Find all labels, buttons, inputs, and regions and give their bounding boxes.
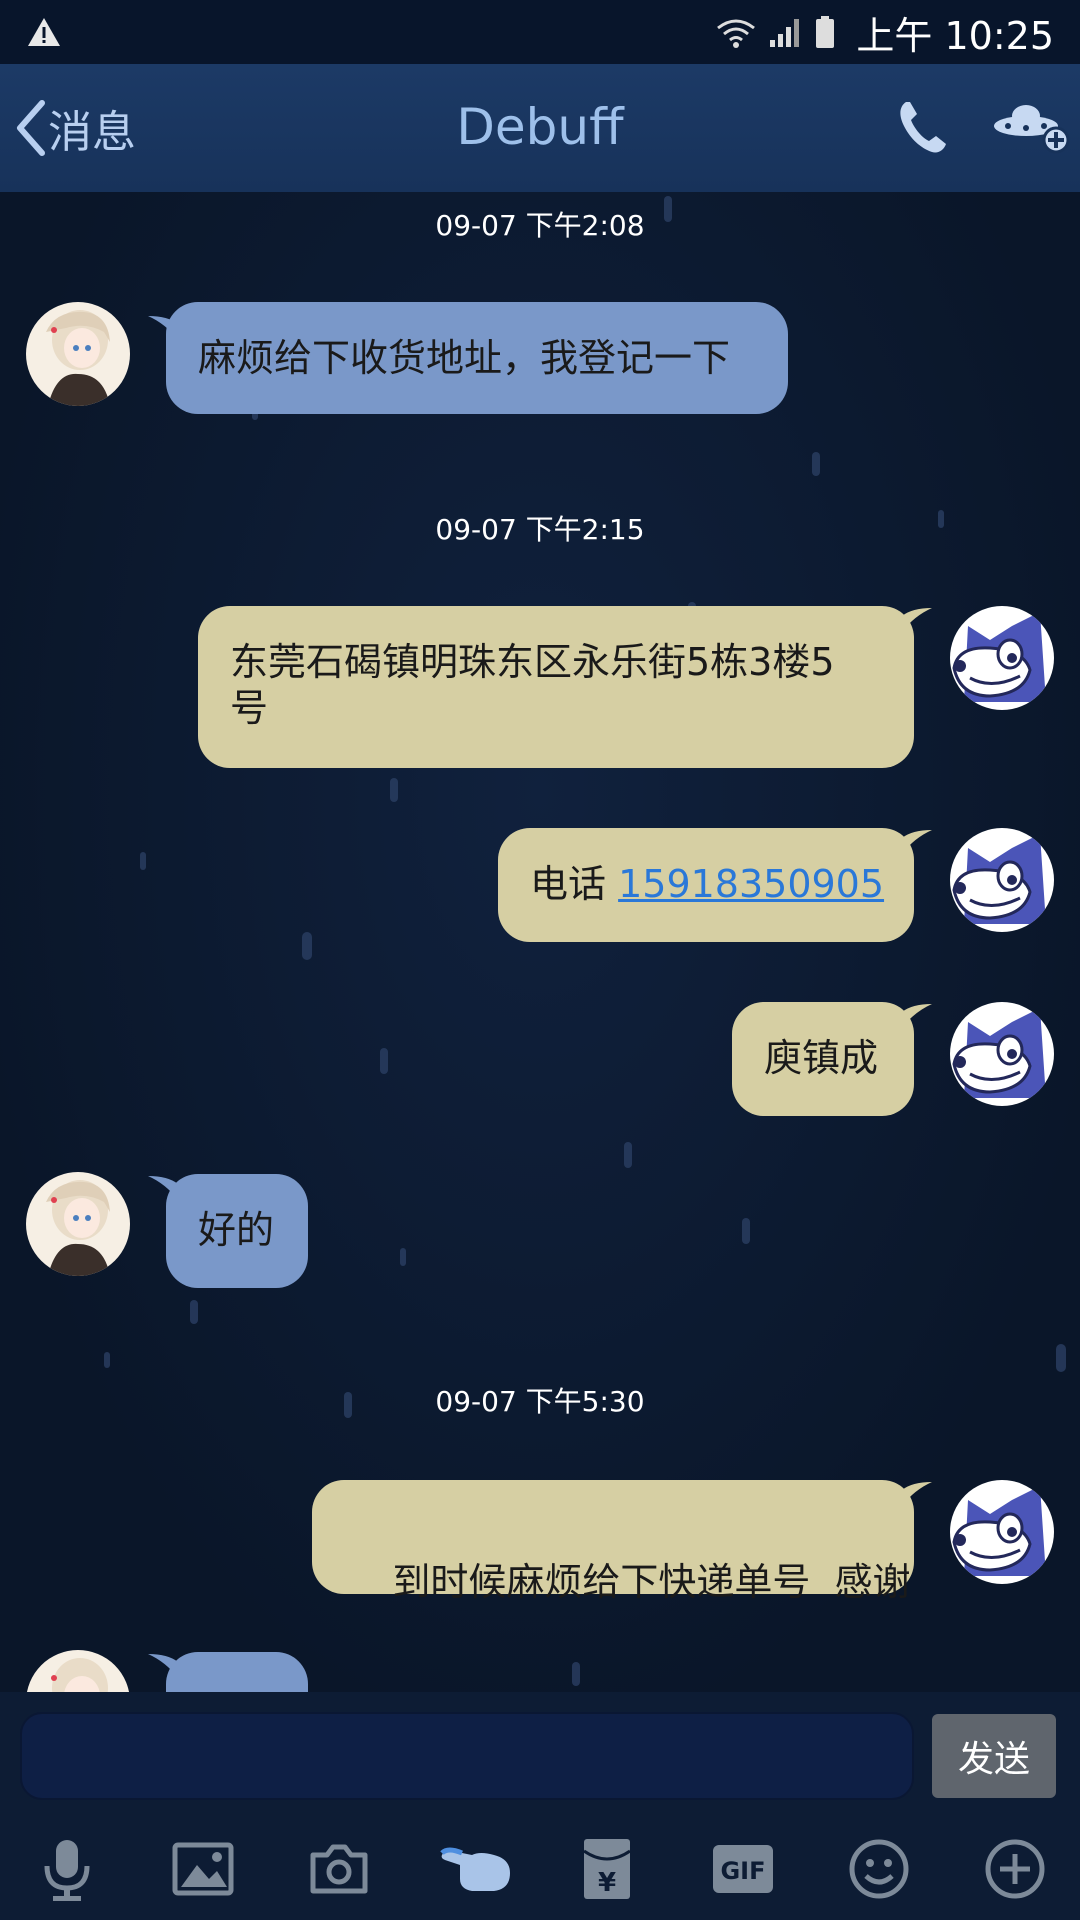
- status-bar: 上午 10:25: [0, 0, 1080, 64]
- my-avatar[interactable]: [950, 828, 1054, 932]
- blue-cat-avatar-icon: [950, 828, 1054, 932]
- voice-button[interactable]: [32, 1834, 102, 1904]
- more-button[interactable]: [980, 1834, 1050, 1904]
- message-timestamp: 09-07 下午2:15: [435, 513, 645, 546]
- my-avatar[interactable]: [950, 1002, 1054, 1106]
- poke-button[interactable]: [436, 1834, 516, 1904]
- red-envelope-button[interactable]: ¥: [572, 1834, 642, 1904]
- add-friend-button[interactable]: [992, 98, 1072, 158]
- outgoing-message-bubble[interactable]: 到时候麻烦给下快递单号 感谢: [312, 1480, 914, 1604]
- chat-area[interactable]: 09-07 下午2:08 麻烦给下收货地址，我登记一下 09-07 下午2:15…: [0, 192, 1080, 1692]
- gif-icon: GIF: [713, 1845, 773, 1893]
- send-button[interactable]: 发送: [932, 1714, 1056, 1798]
- gif-label: GIF: [720, 1857, 765, 1885]
- phone-number-link[interactable]: 15918350905: [618, 862, 884, 906]
- call-button[interactable]: [896, 98, 948, 158]
- bottom-toolbar: ¥ GIF: [0, 1806, 1080, 1920]
- camera-button[interactable]: [304, 1834, 374, 1904]
- outgoing-message-bubble[interactable]: 庾镇成: [732, 1002, 914, 1116]
- my-avatar[interactable]: [950, 1480, 1054, 1584]
- message-input[interactable]: [20, 1712, 914, 1800]
- phone-icon: [900, 102, 946, 153]
- emoji-icon: [849, 1839, 909, 1899]
- message-text: 麻烦给下收货地址，我登记一下: [198, 336, 731, 380]
- poke-hand-icon: [440, 1847, 510, 1891]
- warning-icon: [28, 18, 60, 46]
- my-avatar[interactable]: [950, 606, 1054, 710]
- outgoing-message-bubble[interactable]: 东莞石碣镇明珠东区永乐街5栋3楼5 号: [198, 606, 914, 768]
- image-button[interactable]: [168, 1834, 238, 1904]
- battery-icon: [816, 16, 835, 48]
- incoming-message-bubble[interactable]: 好的: [166, 1174, 308, 1288]
- contact-avatar[interactable]: [26, 302, 130, 406]
- message-timestamp: 09-07 下午5:30: [435, 1385, 645, 1418]
- emoji-button[interactable]: [844, 1834, 914, 1904]
- plus-icon: [985, 1839, 1045, 1899]
- microphone-icon: [44, 1840, 90, 1901]
- clock: 上午 10:25: [856, 13, 1054, 58]
- ufo-add-icon: [994, 105, 1070, 154]
- camera-icon: [310, 1844, 368, 1894]
- image-icon: [172, 1842, 234, 1896]
- outgoing-message-bubble[interactable]: 电话 15918350905: [498, 828, 914, 942]
- anime-girl-avatar-icon: [26, 302, 130, 406]
- contact-avatar[interactable]: [26, 1172, 130, 1276]
- rain-background: [104, 196, 1066, 1686]
- nav-bar: 消息 Debuff: [0, 64, 1080, 192]
- input-area: 发送: [0, 1692, 1080, 1806]
- gif-button[interactable]: GIF: [708, 1834, 778, 1904]
- message-text-line: 号: [230, 686, 269, 730]
- blue-cat-avatar-icon: [950, 1002, 1054, 1106]
- blue-cat-avatar-icon: [950, 1480, 1054, 1584]
- wifi-icon: [717, 19, 756, 48]
- message-text: 电话: [530, 862, 619, 906]
- red-envelope-icon: ¥: [583, 1839, 631, 1899]
- envelope-label: ¥: [598, 1868, 616, 1898]
- message-timestamp: 09-07 下午2:08: [435, 209, 645, 242]
- incoming-message-bubble[interactable]: 麻烦给下收货地址，我登记一下: [166, 302, 788, 414]
- message-text: 庾镇成: [764, 1036, 879, 1080]
- blue-cat-avatar-icon: [950, 606, 1054, 710]
- signal-icon: [770, 19, 800, 47]
- message-text-line: 东莞石碣镇明珠东区永乐街5栋3楼5: [230, 640, 835, 684]
- incoming-message-bubble[interactable]: [166, 1652, 308, 1692]
- anime-girl-avatar-icon: [26, 1172, 130, 1276]
- message-text: 好的: [198, 1208, 275, 1252]
- message-text: 到时候麻烦给下快递单号 感谢: [392, 1560, 911, 1604]
